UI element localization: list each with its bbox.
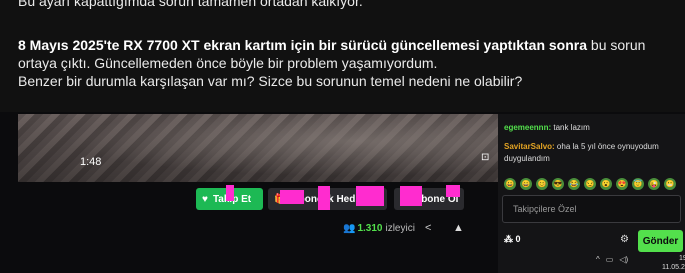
emote-icon[interactable]: 😍 [616, 178, 628, 190]
chat-input-placeholder: Takipçilere Özel [513, 204, 577, 214]
network-icon[interactable]: ▭ [606, 255, 614, 264]
users-icon: 👥 [343, 223, 356, 234]
taskbar-clock[interactable]: 19:34 11.05.2025 [662, 254, 685, 272]
channel-points[interactable]: ⁂ 0 [504, 234, 521, 245]
clock-time: 19:34 [678, 255, 685, 262]
emote-icon[interactable]: 😊 [536, 178, 548, 190]
post-line-3: ortaya çıktı. Güncellemeden önce böyle b… [18, 55, 438, 71]
emote-icon[interactable]: 😇 [632, 178, 644, 190]
video-overlay-text: 1:48 [80, 156, 102, 168]
redaction-mark [446, 185, 460, 197]
chat-username[interactable]: egemeennn: [504, 123, 551, 132]
redaction-mark [280, 190, 304, 204]
chat-input[interactable]: Takipçilere Özel [502, 195, 681, 223]
clock-date: 11.05.2025 [662, 264, 685, 271]
redaction-mark [356, 186, 384, 206]
gear-icon[interactable]: ⚙ [620, 234, 629, 245]
chat-username[interactable]: SavitarSalvo: [504, 142, 555, 151]
viewer-number: 1.310 [357, 223, 383, 234]
emote-bar: 😀 😄 😊 😎 😂 😏 😮 😍 😇 😜 😬 [504, 178, 676, 192]
chat-message: SavitarSalvo: oha la 5 yıl önce oynuyodu… [504, 141, 679, 165]
post-line-2: 8 Mayıs 2025'te RX 7700 XT ekran kartım … [18, 36, 645, 54]
chat-panel: egemeennn: tank lazım SavitarSalvo: oha … [498, 114, 685, 273]
post-line-2-rest: bu sorun [587, 37, 646, 53]
emote-icon[interactable]: 😜 [648, 178, 660, 190]
system-tray: ^ ▭ ◁) [596, 255, 628, 264]
chat-message: egemeennn: tank lazım [504, 122, 679, 134]
emote-icon[interactable]: 😎 [552, 178, 564, 190]
emote-icon[interactable]: 😬 [664, 178, 676, 190]
viewer-count: 👥 1.310 izleyici [343, 223, 415, 234]
emote-icon[interactable]: 😀 [504, 178, 516, 190]
emote-icon[interactable]: 😏 [584, 178, 596, 190]
emote-icon[interactable]: 😂 [568, 178, 580, 190]
stream-video[interactable]: 1:48 ⊡ [18, 114, 498, 182]
report-icon[interactable]: ▲ [453, 222, 464, 234]
post-text-area: Bu ayarı kapattığımda sorun tamamen orta… [0, 0, 685, 112]
redaction-mark [318, 186, 330, 210]
redaction-mark [226, 185, 234, 201]
heart-icon: ♥ [202, 193, 208, 205]
post-line-1: Bu ayarı kapattığımda sorun tamamen orta… [18, 0, 363, 9]
volume-icon[interactable]: ◁) [619, 255, 628, 264]
emote-icon[interactable]: 😄 [520, 178, 532, 190]
post-line-2-bold: 8 Mayıs 2025'te RX 7700 XT ekran kartım … [18, 37, 588, 53]
video-overlay-icon: ⊡ [481, 152, 490, 163]
viewer-label: izleyici [385, 223, 415, 234]
post-line-4: Benzer bir durumla karşılaşan var mı? Si… [18, 73, 523, 89]
chat-text: tank lazım [551, 123, 590, 132]
points-value: 0 [515, 234, 521, 244]
chevron-up-icon[interactable]: ^ [596, 255, 600, 264]
chat-actions: ⁂ 0 ⚙ Gönder [502, 230, 683, 252]
emote-icon[interactable]: 😮 [600, 178, 612, 190]
share-icon[interactable]: < [425, 222, 431, 234]
send-button[interactable]: Gönder [638, 230, 683, 252]
redaction-mark [400, 186, 422, 206]
